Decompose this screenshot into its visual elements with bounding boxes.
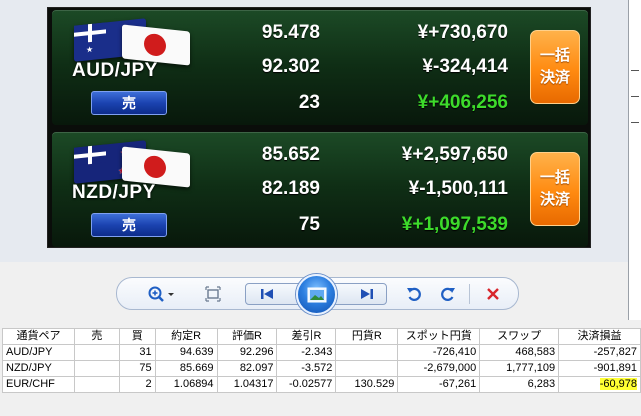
zoom-button[interactable] (145, 284, 179, 304)
next-icon (361, 289, 373, 299)
position-card-nzdjpy: ★ ★ ★ NZD/JPY 売 85.652 82.189 75 ¥+2,597… (52, 132, 588, 247)
column-header[interactable]: 評価R (216, 328, 278, 345)
column-header[interactable]: 買 (118, 328, 156, 345)
flag-pair-aud-jpy: ★ ★ ★ (74, 18, 194, 66)
toolbar-separator (469, 284, 470, 304)
current-rate: 82.189 (261, 178, 320, 199)
pair-name: NZD/JPY (72, 182, 156, 203)
table-cell[interactable] (335, 344, 399, 361)
highlighted-value: -60,978 (599, 378, 637, 390)
table-cell[interactable]: 92.296 (216, 344, 278, 361)
rotate-right-button[interactable] (439, 284, 457, 304)
table-cell[interactable] (73, 376, 120, 393)
slideshow-button[interactable] (296, 274, 337, 315)
spot-pl: ¥+730,670 (417, 22, 508, 43)
swap-pl: ¥-324,414 (422, 56, 508, 77)
table-cell[interactable]: -60,978 (558, 376, 641, 393)
sell-button[interactable]: 売 (91, 91, 167, 115)
settle-label-line1: 一括 (539, 47, 570, 64)
photo-viewer-toolbar (116, 274, 519, 315)
column-header[interactable]: 差引R (276, 328, 337, 345)
edge-tick (631, 122, 639, 123)
settle-label-line1: 一括 (539, 169, 570, 186)
table-cell[interactable]: 1.04317 (216, 376, 278, 393)
column-header[interactable]: 通貨ペア (2, 328, 75, 345)
lot-quantity: 23 (298, 92, 320, 113)
lot-quantity: 75 (298, 214, 320, 235)
previous-icon (261, 289, 273, 299)
fx-app-screenshot: ★ ★ ★ AUD/JPY 売 95.478 92.302 23 ¥+730,6… (47, 7, 591, 248)
column-header[interactable]: スポット円貨 (397, 328, 481, 345)
rotate-right-icon (441, 287, 455, 301)
table-row: EUR/CHF 2 1.06894 1.04317 -0.02577 130.5… (2, 376, 641, 393)
table-cell[interactable]: -3.572 (276, 360, 337, 377)
flag-pair-nzd-jpy: ★ ★ ★ (74, 140, 194, 188)
table-cell[interactable]: -2,679,000 (397, 360, 481, 377)
bulk-settle-button[interactable]: 一括 決済 (530, 30, 580, 104)
table-cell[interactable] (73, 360, 120, 377)
slideshow-icon (307, 287, 326, 302)
table-cell[interactable]: 85.669 (154, 360, 218, 377)
entry-rate: 95.478 (261, 22, 320, 43)
delete-icon (487, 288, 499, 300)
settle-label-line2: 決済 (539, 191, 570, 208)
bulk-settle-button[interactable]: 一括 決済 (530, 152, 580, 226)
position-card-audjpy: ★ ★ ★ AUD/JPY 売 95.478 92.302 23 ¥+730,6… (52, 10, 588, 125)
table-cell[interactable]: AUD/JPY (2, 344, 75, 361)
table-cell[interactable]: 94.639 (154, 344, 218, 361)
pair-name: AUD/JPY (72, 60, 158, 81)
column-header[interactable]: 円貨R (335, 328, 399, 345)
swap-pl: ¥-1,500,111 (408, 178, 508, 199)
entry-rate: 85.652 (261, 144, 320, 165)
sell-button[interactable]: 売 (91, 213, 167, 237)
window-edge-scrollbar[interactable] (628, 0, 641, 320)
table-cell[interactable]: 82.097 (216, 360, 278, 377)
column-header[interactable]: スワップ (479, 328, 560, 345)
edge-tick (631, 70, 639, 71)
column-header[interactable]: 売 (73, 328, 120, 345)
table-row: NZD/JPY 75 85.669 82.097 -3.572 -2,679,0… (2, 360, 641, 377)
table-cell[interactable]: 6,283 (479, 376, 560, 393)
settle-label-line2: 決済 (539, 69, 570, 86)
table-cell[interactable]: 31 (118, 344, 156, 361)
column-header[interactable]: 約定R (154, 328, 218, 345)
total-pl: ¥+1,097,539 (401, 214, 508, 235)
table-cell[interactable]: -2.343 (276, 344, 337, 361)
table-cell[interactable]: -726,410 (397, 344, 481, 361)
table-cell[interactable]: -901,891 (558, 360, 641, 377)
rotate-left-button[interactable] (405, 284, 423, 304)
fit-window-icon (205, 286, 221, 302)
edge-tick (631, 96, 639, 97)
table-cell[interactable]: EUR/CHF (2, 376, 75, 393)
table-cell[interactable]: 130.529 (335, 376, 399, 393)
previous-button[interactable] (257, 284, 277, 304)
column-header[interactable]: 決済損益 (558, 328, 641, 345)
zoom-icon (148, 286, 174, 302)
spot-pl: ¥+2,597,650 (401, 144, 508, 165)
table-cell[interactable]: 468,583 (479, 344, 560, 361)
delete-button[interactable] (483, 284, 503, 304)
table-cell[interactable]: 1,777,109 (479, 360, 560, 377)
table-cell[interactable]: -257,827 (558, 344, 641, 361)
rotate-left-icon (407, 287, 421, 301)
table-header-row: 通貨ペア 売 買 約定R 評価R 差引R 円貨R スポット円貨 スワップ 決済損… (2, 328, 641, 345)
positions-table: 通貨ペア 売 買 約定R 評価R 差引R 円貨R スポット円貨 スワップ 決済損… (2, 328, 641, 393)
table-cell[interactable]: 1.06894 (154, 376, 218, 393)
table-cell[interactable]: 75 (118, 360, 156, 377)
table-cell[interactable] (73, 344, 120, 361)
fit-window-button[interactable] (203, 284, 223, 304)
table-row: AUD/JPY 31 94.639 92.296 -2.343 -726,410… (2, 344, 641, 361)
table-cell[interactable] (335, 360, 399, 377)
table-cell[interactable]: -67,261 (397, 376, 481, 393)
table-cell[interactable]: NZD/JPY (2, 360, 75, 377)
table-cell[interactable]: -0.02577 (276, 376, 337, 393)
current-rate: 92.302 (261, 56, 320, 77)
total-pl: ¥+406,256 (417, 92, 508, 113)
next-button[interactable] (357, 284, 377, 304)
table-cell[interactable]: 2 (118, 376, 156, 393)
